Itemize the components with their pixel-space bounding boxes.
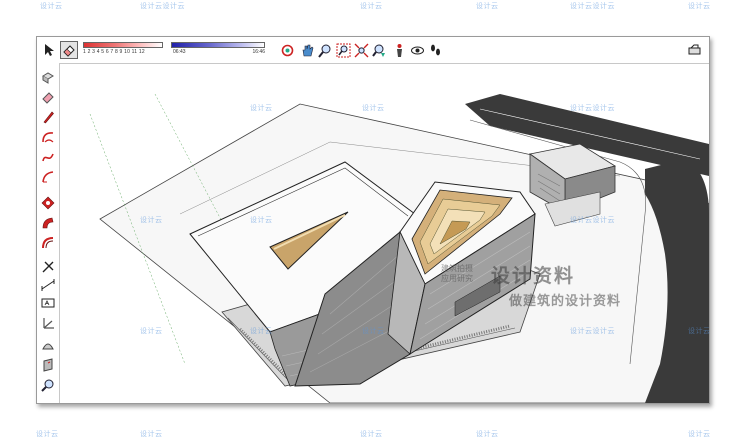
eye-icon <box>410 46 424 54</box>
axes-tool-button[interactable] <box>39 315 57 331</box>
previous-view-button[interactable] <box>370 41 388 59</box>
offset-tool-button[interactable] <box>39 235 57 251</box>
position-camera-button[interactable] <box>390 41 408 59</box>
paint-bucket-button[interactable] <box>39 89 57 105</box>
left-toolbar <box>37 63 60 403</box>
zoom-tool-button[interactable] <box>316 41 334 59</box>
extension-button[interactable] <box>685 41 703 59</box>
shadow-time-bar[interactable] <box>171 42 265 48</box>
pushpull-tool-button[interactable] <box>39 69 57 85</box>
magnifier-icon <box>41 379 54 392</box>
tape-measure-icon <box>42 261 54 273</box>
watermark-inner-6: 设计云设计云 <box>570 217 615 224</box>
dimension-tool-button[interactable] <box>39 277 57 293</box>
model-viewport[interactable]: 建筑拍摄 应用研究 设计资料 做建筑的设计资料 <box>60 64 709 403</box>
pencil-tool-button[interactable] <box>39 109 57 125</box>
rotate-tool-button[interactable] <box>39 195 57 211</box>
eraser-tool-button[interactable] <box>60 41 78 59</box>
section-plane-icon <box>43 358 53 372</box>
axes-icon <box>43 318 54 329</box>
watermark-top-6: 设计云 <box>688 3 711 10</box>
watermark-top-3: 设计云 <box>360 3 383 10</box>
scale-tool-button[interactable] <box>39 259 57 275</box>
pencil-icon <box>43 111 54 124</box>
watermark-inner-10: 设计云设计云 <box>570 328 615 335</box>
zoom-window-icon <box>336 43 350 57</box>
select-tool-button[interactable] <box>40 41 58 59</box>
arc-icon <box>42 132 54 143</box>
watermark-stamp-small: 建筑拍摄 应用研究 <box>441 264 473 284</box>
watermark-bottom-5: 设计云 <box>688 431 711 438</box>
shadow-months-label: 1 2 3 4 5 6 7 8 9 10 11 12 <box>83 49 145 55</box>
watermark-inner-4: 设计云 <box>140 217 163 224</box>
time-start-label: 06:43 <box>173 49 186 55</box>
watermark-bottom-2: 设计云 <box>140 431 163 438</box>
protractor-tool-button[interactable] <box>39 337 57 353</box>
eraser-pink-icon <box>42 92 54 104</box>
zoom-extents-button[interactable] <box>352 41 370 59</box>
watermark-inner-1: 设计云 <box>250 105 273 112</box>
protractor-icon <box>42 343 54 350</box>
offset-icon <box>42 237 54 249</box>
pan-tool-button[interactable] <box>298 41 316 59</box>
text-tool-button[interactable] <box>39 295 57 311</box>
shadow-time-slider[interactable]: 06:43 16:46 <box>171 40 265 60</box>
watermark-inner-7: 设计云 <box>140 328 163 335</box>
time-end-label: 16:46 <box>252 49 265 55</box>
watermark-inner-3: 设计云设计云 <box>570 105 615 112</box>
select-arrow-icon <box>45 44 54 56</box>
orbit-tool-button[interactable] <box>278 41 296 59</box>
curve-tool-button[interactable] <box>39 169 57 185</box>
watermark-inner-2: 设计云 <box>362 105 385 112</box>
watermark-stamp-small-1: 建筑拍摄 <box>441 264 473 273</box>
orbit-icon <box>281 44 293 56</box>
watermark-stamp-small-2: 应用研究 <box>441 274 473 283</box>
watermark-top-1: 设计云 <box>40 3 63 10</box>
look-tool-button[interactable] <box>39 377 57 393</box>
previous-view-icon <box>371 44 385 57</box>
walk-tool-button[interactable] <box>426 41 444 59</box>
watermark-top-4: 设计云 <box>476 3 499 10</box>
follow-me-button[interactable] <box>39 215 57 231</box>
zoom-window-button[interactable] <box>334 41 352 59</box>
watermark-inner-9: 设计云 <box>362 328 385 335</box>
top-toolbar: 1 2 3 4 5 6 7 8 9 10 11 12 06:43 16:46 <box>37 37 709 64</box>
watermark-stamp-sub: 做建筑的设计资料 <box>509 293 622 308</box>
pen-tool-icon <box>688 44 700 54</box>
pushpull-icon <box>42 72 54 84</box>
zoom-magnifier-icon <box>317 44 330 58</box>
position-camera-icon <box>396 43 402 57</box>
watermark-top-5: 设计云设计云 <box>570 3 615 10</box>
watermark-stamp-main: 设计资料 <box>491 266 576 287</box>
shadow-date-bar[interactable] <box>83 42 163 48</box>
watermark-inner-8: 设计云 <box>250 328 273 335</box>
watermark-inner-11: 设计云 <box>688 328 711 335</box>
watermark-bottom-3: 设计云 <box>360 431 383 438</box>
zoom-extents-icon <box>354 43 368 57</box>
watermark-top-2: 设计云设计云 <box>140 3 185 10</box>
arc-tool-button[interactable] <box>39 129 57 145</box>
footprints-icon <box>430 44 440 55</box>
freehand-tool-button[interactable] <box>39 149 57 165</box>
eraser-icon <box>63 45 75 57</box>
pan-hand-icon <box>302 44 313 56</box>
shadow-date-slider[interactable]: 1 2 3 4 5 6 7 8 9 10 11 12 <box>83 40 163 60</box>
text-icon <box>41 298 55 308</box>
look-around-button[interactable] <box>408 41 426 59</box>
dimension-icon <box>41 279 55 291</box>
building-model <box>60 64 709 403</box>
section-plane-button[interactable] <box>39 357 57 373</box>
watermark-inner-5: 设计云 <box>250 217 273 224</box>
rotate-icon <box>41 196 55 210</box>
watermark-bottom-4: 设计云 <box>476 431 499 438</box>
curve-icon <box>42 171 54 183</box>
freehand-icon <box>42 153 54 162</box>
follow-me-icon <box>42 217 54 229</box>
watermark-bottom-1: 设计云 <box>36 431 59 438</box>
